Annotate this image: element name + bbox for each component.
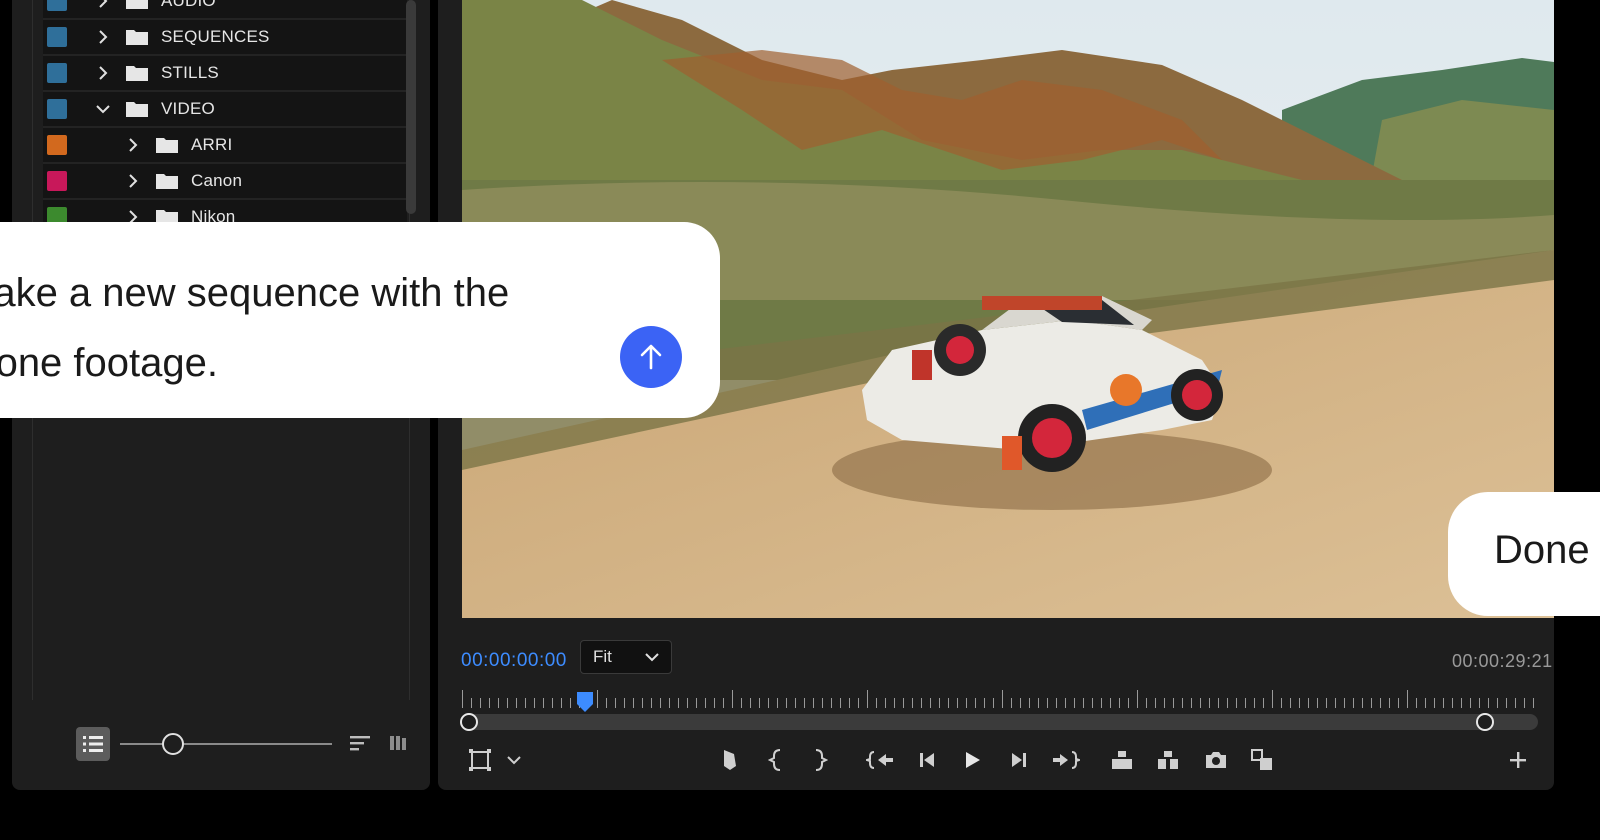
- add-marker-icon: [724, 750, 736, 770]
- lift-icon: [1112, 751, 1132, 769]
- zoom-level-value: Fit: [593, 647, 612, 666]
- label-color-swatch[interactable]: [47, 171, 67, 191]
- bin-label: ARRI: [191, 135, 233, 154]
- in-point-handle[interactable]: [460, 713, 478, 731]
- bin-label: VIDEO: [161, 99, 215, 118]
- step-forward-icon: [1012, 753, 1026, 767]
- folder-icon: [156, 174, 178, 189]
- list-view-icon: [83, 736, 103, 752]
- export-frame-icon: [1206, 752, 1226, 768]
- bin-row[interactable]: SEQUENCES: [43, 20, 407, 56]
- prompt-bubble[interactable]: Make a new sequence with the drone foota…: [0, 222, 720, 418]
- playhead[interactable]: [577, 692, 593, 714]
- bin-label: STILLS: [161, 63, 219, 82]
- folder-icon: [126, 66, 148, 81]
- list-view-button[interactable]: [76, 727, 110, 761]
- chevron-right-icon[interactable]: [93, 0, 113, 11]
- extract-icon: [1158, 751, 1178, 769]
- out-point-handle[interactable]: [1476, 713, 1494, 731]
- thumbnail-zoom-slider[interactable]: [120, 743, 332, 745]
- step-back-button[interactable]: [912, 744, 944, 776]
- chevron-down-icon: [645, 653, 659, 662]
- export-frame-button[interactable]: [1200, 744, 1232, 776]
- extract-button[interactable]: [1152, 744, 1184, 776]
- time-ruler[interactable]: [462, 690, 1538, 710]
- chevron-right-icon[interactable]: [123, 171, 143, 191]
- bin-label: AUDIO: [161, 0, 216, 10]
- send-button[interactable]: [620, 326, 682, 388]
- reply-text: Done: [1494, 528, 1590, 572]
- folder-icon: [126, 102, 148, 117]
- go-to-out-button[interactable]: [1050, 744, 1082, 776]
- comparison-view-icon: [1251, 749, 1272, 770]
- label-color-swatch[interactable]: [47, 0, 67, 11]
- bins-icon: [390, 736, 406, 750]
- sort-icon: [350, 736, 370, 751]
- button-editor-add[interactable]: [1502, 744, 1534, 776]
- chevron-right-icon[interactable]: [93, 27, 113, 47]
- play-button[interactable]: [956, 744, 988, 776]
- folder-icon: [126, 0, 148, 9]
- add-button-icon: [1510, 752, 1526, 768]
- reply-bubble: Done: [1448, 492, 1600, 616]
- duration-timecode: 00:00:29:21: [1452, 651, 1553, 671]
- label-color-swatch[interactable]: [47, 99, 67, 119]
- bin-label: Canon: [191, 171, 243, 190]
- bin-list-scrollbar[interactable]: [406, 0, 416, 214]
- bin-row[interactable]: AUDIO: [43, 0, 407, 20]
- mark-in-button[interactable]: [760, 744, 792, 776]
- safe-margins-icon: [469, 749, 491, 771]
- mark-out-button[interactable]: [804, 744, 836, 776]
- step-forward-button[interactable]: [1002, 744, 1034, 776]
- folder-icon: [126, 30, 148, 45]
- transport-controls: [462, 744, 1552, 780]
- chevron-right-icon[interactable]: [123, 135, 143, 155]
- bin-row[interactable]: STILLS: [43, 56, 407, 92]
- go-to-in-icon: [866, 751, 893, 769]
- go-to-out-icon: [1053, 751, 1080, 769]
- folder-icon: [156, 138, 178, 153]
- mark-in-icon: [768, 749, 781, 771]
- safe-margins-button[interactable]: [464, 744, 496, 776]
- chevron-down-icon[interactable]: [93, 99, 113, 119]
- bin-row[interactable]: ARRI: [43, 128, 407, 164]
- step-back-icon: [920, 753, 934, 767]
- label-color-swatch[interactable]: [47, 63, 67, 83]
- zoom-level-select[interactable]: Fit: [580, 640, 672, 674]
- scrub-bar[interactable]: [462, 714, 1538, 730]
- prompt-text[interactable]: Make a new sequence with the drone foota…: [0, 258, 580, 398]
- add-marker-button[interactable]: [714, 744, 746, 776]
- label-color-swatch[interactable]: [47, 27, 67, 47]
- mark-out-icon: [815, 749, 828, 771]
- label-color-swatch[interactable]: [47, 135, 67, 155]
- project-bottom-bar: [12, 725, 430, 777]
- play-icon: [966, 752, 980, 768]
- bin-row[interactable]: VIDEO: [43, 92, 407, 128]
- settings-dropdown-button[interactable]: [498, 744, 530, 776]
- bin-label: SEQUENCES: [161, 27, 270, 46]
- lift-button[interactable]: [1106, 744, 1138, 776]
- go-to-in-button[interactable]: [864, 744, 896, 776]
- sort-button[interactable]: [350, 733, 372, 758]
- bin-row[interactable]: Canon: [43, 164, 407, 200]
- chevron-right-icon[interactable]: [93, 63, 113, 83]
- new-bin-button[interactable]: [390, 733, 408, 758]
- current-timecode[interactable]: 00:00:00:00: [461, 650, 567, 672]
- comparison-view-button[interactable]: [1246, 744, 1278, 776]
- settings-chevron-icon: [507, 756, 521, 765]
- thumbnail-zoom-handle[interactable]: [162, 733, 184, 755]
- arrow-up-icon: [640, 344, 662, 370]
